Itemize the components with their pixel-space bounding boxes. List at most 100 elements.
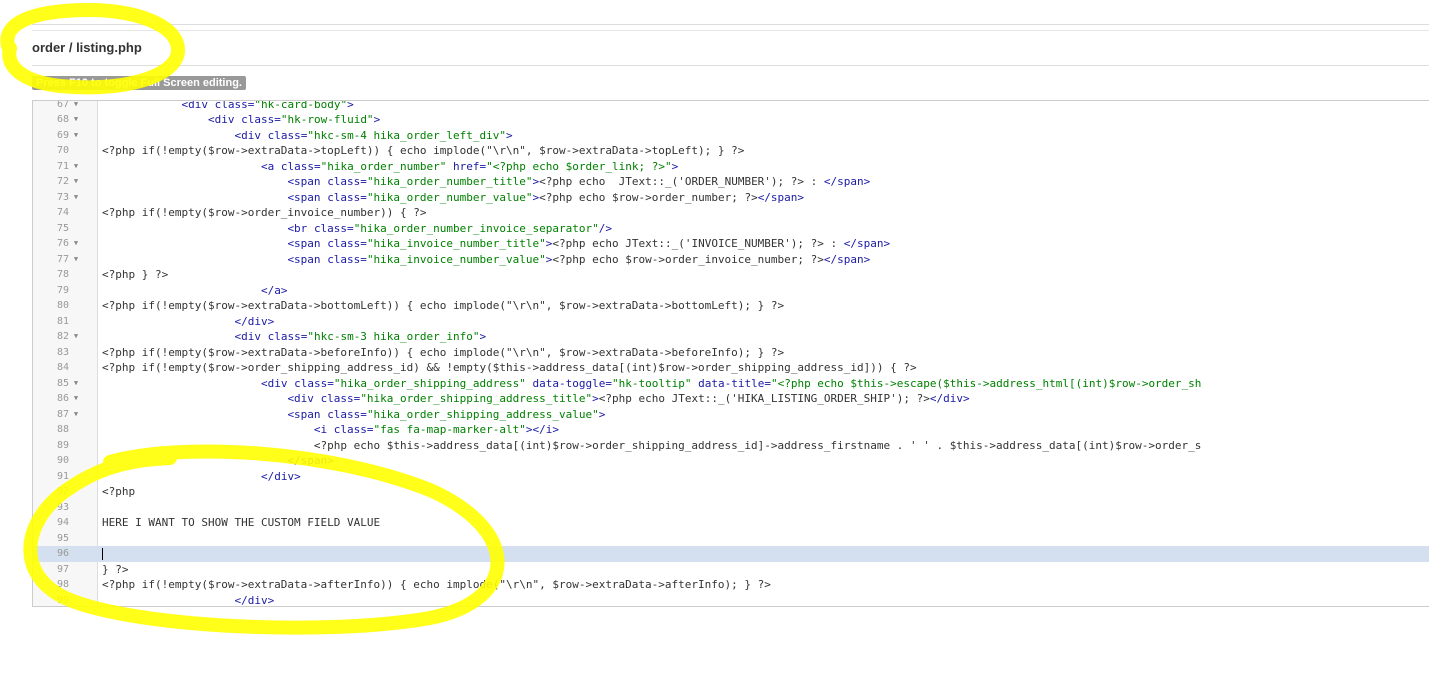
- code-token: "hika_order_number": [320, 159, 447, 173]
- code-token: "hika_invoice_number_title": [366, 237, 546, 250]
- code-token: class=: [267, 330, 308, 343]
- code-text: <?php if(!empty($row->extraData->afterIn…: [102, 577, 771, 593]
- code-text: </div>: [102, 314, 274, 330]
- fold-arrow-icon[interactable]: ▼: [71, 190, 81, 206]
- code-line[interactable]: 90 </span>: [33, 453, 1429, 469]
- code-token: >: [506, 128, 513, 142]
- code-line[interactable]: 93: [33, 500, 1429, 516]
- code-line[interactable]: 82 ▼ <div class="hkc-sm-3 hika_order_info…: [33, 329, 1429, 345]
- code-token: "<?php echo $order_link; ?>": [486, 159, 672, 173]
- code-line[interactable]: 69 ▼ <div class="hkc-sm-4 hika_order_left…: [33, 128, 1429, 144]
- fullscreen-hint: Press F10 to toggle Full Screen editing.: [32, 76, 246, 90]
- code-line[interactable]: 96: [33, 546, 1429, 562]
- code-token: "hika_order_number_title": [366, 175, 533, 188]
- code-line[interactable]: 77 ▼ <span class="hika_invoice_number_val…: [33, 252, 1429, 268]
- code-line[interactable]: 70 <?php if(!empty($row->extraData->topLe…: [33, 143, 1429, 159]
- code-line[interactable]: 79 </a>: [33, 283, 1429, 299]
- code-line[interactable]: 85 ▼ <div class="hika_order_shipping_addr…: [33, 376, 1429, 392]
- code-line[interactable]: 89 <?php echo $this->address_data[(int)$…: [33, 438, 1429, 454]
- code-line[interactable]: 80 <?php if(!empty($row->extraData->botto…: [33, 298, 1429, 314]
- code-line[interactable]: 84 <?php if(!empty($row->order_shipping_a…: [33, 360, 1429, 376]
- code-token: class=: [267, 128, 308, 142]
- code-token: <div: [260, 376, 295, 390]
- line-number: 87: [56, 408, 69, 420]
- fold-arrow-icon[interactable]: ▼: [71, 391, 81, 407]
- code-line[interactable]: 92 <?php: [33, 484, 1429, 500]
- fold-arrow-icon[interactable]: ▼: [71, 112, 81, 128]
- line-number: 77: [56, 253, 69, 265]
- code-line[interactable]: 94 HERE I WANT TO SHOW THE CUSTOM FIELD V…: [33, 515, 1429, 531]
- code-token: </div>: [929, 392, 970, 405]
- line-number: 81: [56, 315, 69, 327]
- fold-arrow-icon[interactable]: ▼: [71, 407, 81, 423]
- code-line[interactable]: 81 </div>: [33, 314, 1429, 330]
- code-token: </span>: [287, 454, 334, 467]
- code-line[interactable]: 72 ▼ <span class="hika_order_number_title…: [33, 174, 1429, 190]
- fold-arrow-icon[interactable]: ▼: [71, 329, 81, 345]
- code-token: <?php if(!empty($row->extraData->afterIn…: [102, 578, 771, 591]
- code-line[interactable]: 91 </div>: [33, 469, 1429, 485]
- code-text: <span class="hika_invoice_number_value">…: [102, 252, 870, 268]
- fold-arrow-icon[interactable]: ▼: [71, 376, 81, 392]
- code-token: class=: [327, 190, 367, 204]
- code-line[interactable]: 68 ▼ <div class="hk-row-fluid">: [33, 112, 1429, 128]
- fold-arrow-icon[interactable]: ▼: [71, 174, 81, 190]
- fold-arrow-icon[interactable]: ▼: [71, 128, 81, 144]
- code-line[interactable]: 71 ▼ <a class="hika_order_number" href="<…: [33, 159, 1429, 175]
- fold-arrow-icon[interactable]: ▼: [71, 236, 81, 252]
- line-number: 83: [56, 346, 69, 358]
- code-line[interactable]: 74 <?php if(!empty($row->order_invoice_nu…: [33, 205, 1429, 221]
- code-token: class=: [327, 237, 367, 250]
- code-line[interactable]: 76 ▼ <span class="hika_invoice_number_tit…: [33, 236, 1429, 252]
- code-token: </span>: [757, 190, 805, 204]
- fold-arrow-icon[interactable]: ▼: [71, 159, 81, 175]
- line-number: 98: [56, 579, 69, 590]
- top-divider: [32, 24, 1429, 25]
- code-line[interactable]: 97} ?>: [33, 562, 1429, 578]
- line-number: 99: [56, 594, 69, 606]
- code-token: >: [592, 392, 599, 405]
- code-text: </div>: [102, 469, 301, 485]
- title-divider: [32, 65, 1429, 66]
- code-token: "hika_order_shipping_address": [333, 376, 526, 390]
- code-line[interactable]: 86 ▼ <div class="hika_order_shipping_addr…: [33, 391, 1429, 407]
- code-line[interactable]: 67 ▼ <div class="hk-card-body">: [33, 101, 1429, 112]
- code-token: <?php echo $this->address_data[(int)$row…: [102, 438, 1202, 452]
- code-token: "fas fa-map-marker-alt": [373, 423, 526, 436]
- code-line[interactable]: 95: [33, 531, 1429, 547]
- code-text: </span>: [102, 453, 334, 469]
- code-token: <?php echo $row->order_invoice_number; ?…: [552, 252, 824, 266]
- code-line[interactable]: 83 <?php if(!empty($row->extraData->befor…: [33, 345, 1429, 361]
- code-editor[interactable]: 67 ▼ <div class="hk-card-body"> 68 ▼ <div c…: [32, 100, 1429, 607]
- code-token: class=: [241, 113, 281, 126]
- code-line[interactable]: 99 </div>: [33, 593, 1429, 607]
- code-token: <?php echo JText::_('INVOICE_NUMBER'); ?…: [552, 237, 844, 250]
- fold-arrow-icon[interactable]: ▼: [71, 101, 81, 112]
- code-line[interactable]: 75 <br class="hika_order_number_invoice_…: [33, 221, 1429, 237]
- code-token: class=: [294, 376, 334, 390]
- code-token: >: [671, 159, 679, 173]
- code-text: <div class="hkc-sm-3 hika_order_info">: [102, 329, 486, 345]
- code-token: <?php: [102, 485, 136, 498]
- code-line[interactable]: 88 <i class="fas fa-map-marker-alt"></i>: [33, 422, 1429, 438]
- code-line[interactable]: 78 <?php } ?>: [33, 267, 1429, 283]
- code-token: />: [598, 221, 612, 235]
- code-token: <div: [287, 392, 321, 405]
- line-number: 93: [56, 501, 69, 513]
- code-token: "hika_invoice_number_value": [366, 252, 546, 266]
- code-token: </div>: [234, 314, 275, 328]
- code-token: HERE I WANT TO SHOW THE CUSTOM FIELD VAL…: [102, 516, 381, 529]
- fold-arrow-icon[interactable]: ▼: [71, 252, 81, 268]
- code-line[interactable]: 98 <?php if(!empty($row->extraData->after…: [33, 577, 1429, 593]
- code-line[interactable]: 73 ▼ <span class="hika_order_number_value…: [33, 190, 1429, 206]
- code-token: <span: [287, 252, 328, 266]
- code-token: <?php if(!empty($row->extraData->beforeI…: [102, 345, 785, 359]
- line-number: 69: [56, 129, 69, 141]
- code-line[interactable]: 87 ▼ <span class="hika_order_shipping_add…: [33, 407, 1429, 423]
